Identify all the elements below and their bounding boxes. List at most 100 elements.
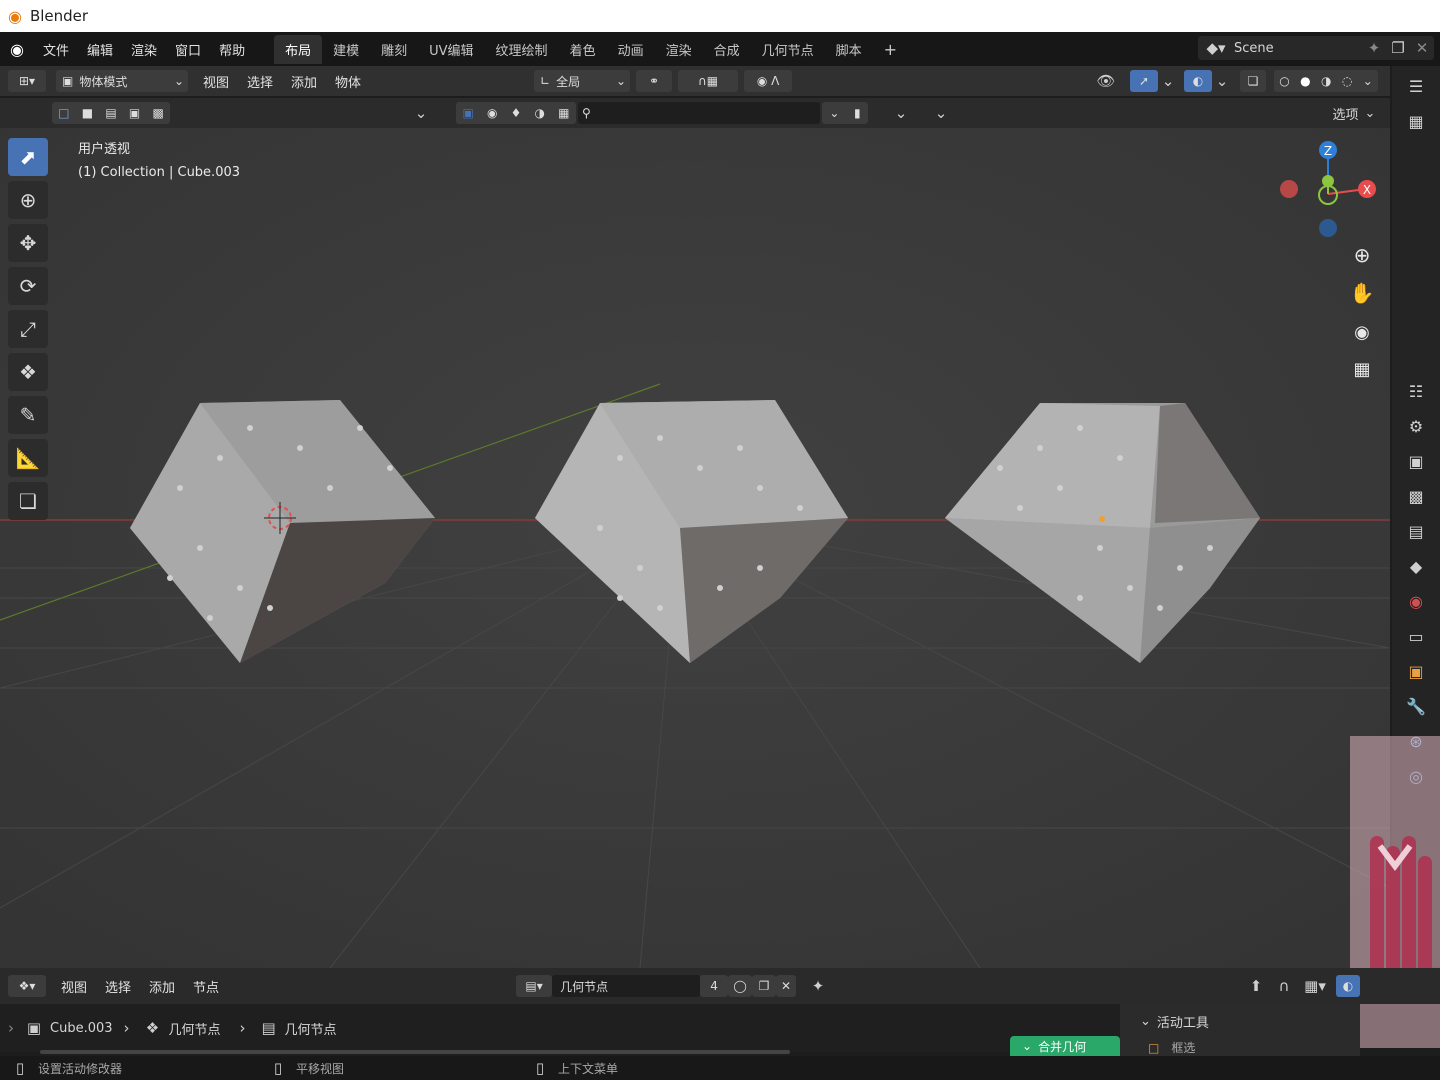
tool-select-box[interactable]: ⬈ bbox=[8, 138, 48, 176]
output-properties-icon[interactable]: ▩ bbox=[1396, 481, 1436, 511]
scene-properties-icon[interactable]: ◆ bbox=[1396, 551, 1436, 581]
menu-window[interactable]: 窗口 bbox=[166, 40, 210, 59]
breadcrumb-modifier[interactable]: 几何节点 bbox=[169, 1019, 221, 1038]
tab-compositing[interactable]: 合成 bbox=[703, 35, 751, 64]
world-filter-icon[interactable]: ◑ bbox=[534, 106, 544, 120]
render-properties-icon[interactable]: ▣ bbox=[1396, 446, 1436, 476]
proportional-edit-button[interactable]: ◉ Λ bbox=[744, 70, 793, 92]
world-properties-icon[interactable]: ◉ bbox=[1396, 586, 1436, 616]
breadcrumb-object[interactable]: Cube.003 bbox=[50, 1021, 113, 1036]
gizmo-neg-z-axis[interactable] bbox=[1319, 219, 1337, 237]
tab-modeling[interactable]: 建模 bbox=[322, 35, 370, 64]
tool-properties-icon[interactable]: ⚙ bbox=[1396, 411, 1436, 441]
light-filter-icon[interactable]: ♦ bbox=[511, 106, 522, 120]
tool-add-cube[interactable]: ❏ bbox=[8, 482, 48, 520]
pan-hand-icon[interactable]: ✋ bbox=[1350, 281, 1375, 305]
node-menu-select[interactable]: 选择 bbox=[96, 977, 140, 996]
menu-view[interactable]: 视图 bbox=[194, 72, 238, 91]
bookmark-group[interactable]: ⌄ ▮ bbox=[822, 102, 868, 124]
select-subtract-icon[interactable]: ▤ bbox=[105, 106, 116, 120]
3d-viewport[interactable] bbox=[0, 128, 1390, 968]
tab-rendering[interactable]: 渲染 bbox=[655, 35, 703, 64]
camera-view-icon[interactable]: ◉ bbox=[1354, 322, 1370, 343]
wireframe-shading-icon[interactable]: ○ bbox=[1279, 74, 1289, 88]
material-filter-icon[interactable]: ◉ bbox=[487, 106, 497, 120]
node-tree-browse-button[interactable]: ▤▾ bbox=[516, 975, 553, 997]
gizmo-dropdown[interactable]: ⌄ bbox=[1158, 72, 1178, 90]
tool-annotate[interactable]: ✎ bbox=[8, 396, 48, 434]
delete-scene-icon[interactable]: ✕ bbox=[1410, 39, 1434, 57]
chevron-down-icon[interactable]: ⌄ bbox=[412, 102, 430, 124]
hdri-filter-icon[interactable]: ▦ bbox=[558, 106, 569, 120]
tab-animation[interactable]: 动画 bbox=[607, 35, 655, 64]
tab-scripting[interactable]: 脚本 bbox=[825, 35, 873, 64]
gizmo-y-positive[interactable] bbox=[1322, 175, 1334, 187]
material-shading-icon[interactable]: ◑ bbox=[1321, 74, 1331, 88]
node-tree-name-field[interactable]: 几何节点 bbox=[552, 975, 701, 997]
options-dropdown[interactable]: 选项 ⌄ bbox=[1326, 102, 1382, 124]
overlay-dropdown[interactable]: ⌄ bbox=[1212, 72, 1232, 90]
modifier-wrench-icon[interactable]: 🔧 bbox=[1396, 691, 1436, 721]
solid-shading-icon[interactable]: ● bbox=[1300, 74, 1310, 88]
properties-editor-icon[interactable]: ☷ bbox=[1396, 376, 1436, 406]
editor-type-button[interactable]: ⊞▾ bbox=[8, 70, 46, 92]
tool-rotate[interactable]: ⟳ bbox=[8, 267, 48, 305]
tab-texture-paint[interactable]: 纹理绘制 bbox=[485, 35, 559, 64]
chevron-down-icon[interactable]: ⌄ bbox=[892, 102, 910, 124]
rendered-shading-icon[interactable]: ◌ bbox=[1342, 74, 1352, 88]
duplicate-icon[interactable]: ❐ bbox=[752, 975, 777, 997]
chevron-down-icon[interactable]: ⌄ bbox=[1363, 74, 1373, 88]
node-snap-icon[interactable]: ∩ bbox=[1270, 977, 1298, 995]
tab-sculpting[interactable]: 雕刻 bbox=[370, 35, 418, 64]
horizontal-scrollbar[interactable] bbox=[40, 1050, 790, 1054]
visibility-dropdown[interactable]: 👁 bbox=[1088, 72, 1124, 90]
menu-help[interactable]: 帮助 bbox=[210, 40, 254, 59]
chevron-down-icon[interactable]: ⌄ bbox=[932, 102, 950, 124]
overlay-toggle[interactable]: ◐ bbox=[1184, 70, 1212, 92]
node-snap-mode-icon[interactable]: ▦▾ bbox=[1298, 977, 1332, 995]
blender-menu-icon[interactable]: ◉ bbox=[0, 40, 34, 59]
parent-node-tree-icon[interactable]: ⬆ bbox=[1242, 977, 1270, 995]
navigation-gizmo[interactable]: Z X ⊕ ✋ ◉ ▦ bbox=[1270, 134, 1390, 384]
tool-scale[interactable]: ⤢ bbox=[8, 310, 48, 348]
tool-transform[interactable]: ❖ bbox=[8, 353, 48, 391]
menu-add[interactable]: 添加 bbox=[282, 72, 326, 91]
fake-user-shield-icon[interactable]: ◯ bbox=[728, 975, 753, 997]
search-input[interactable]: ⚲ bbox=[578, 102, 820, 124]
active-tool-row[interactable]: □ 框选 bbox=[1120, 1031, 1360, 1056]
menu-object[interactable]: 物体 bbox=[326, 72, 370, 91]
outliner-filter-icon[interactable]: ▦ bbox=[1396, 106, 1436, 136]
menu-file[interactable]: 文件 bbox=[34, 40, 78, 59]
add-workspace-button[interactable]: + bbox=[873, 35, 908, 64]
xray-toggle[interactable]: ❏ bbox=[1240, 70, 1266, 92]
node-join-geometry[interactable]: ⌄ 合并几何 bbox=[1010, 1036, 1120, 1056]
select-extend-icon[interactable]: ■ bbox=[82, 106, 93, 120]
object-properties-icon[interactable]: ▣ bbox=[1396, 656, 1436, 686]
tool-measure[interactable]: 📐 bbox=[8, 439, 48, 477]
mode-dropdown[interactable]: ▣ 物体模式 ⌄ bbox=[56, 70, 188, 92]
select-intersect-icon[interactable]: ▩ bbox=[153, 106, 164, 120]
tool-cursor[interactable]: ⊕ bbox=[8, 181, 48, 219]
node-overlay-toggle[interactable]: ◐ bbox=[1336, 975, 1360, 997]
tab-geometry-nodes[interactable]: 几何节点 bbox=[751, 35, 825, 64]
scene-selector[interactable]: ◆▾ Scene ✦ ❐ ✕ bbox=[1198, 36, 1434, 60]
gizmo-neg-x-axis[interactable] bbox=[1280, 180, 1298, 198]
select-new-icon[interactable]: □ bbox=[58, 106, 69, 120]
node-menu-add[interactable]: 添加 bbox=[140, 977, 184, 996]
node-editor-type-button[interactable]: ❖▾ bbox=[8, 975, 46, 997]
collection-properties-icon[interactable]: ▭ bbox=[1396, 621, 1436, 651]
pin-icon[interactable]: ✦ bbox=[802, 977, 834, 995]
pivot-point-button[interactable]: ⚭ bbox=[636, 70, 673, 92]
tab-shading[interactable]: 着色 bbox=[559, 35, 607, 64]
menu-render[interactable]: 渲染 bbox=[122, 40, 166, 59]
menu-edit[interactable]: 编辑 bbox=[78, 40, 122, 59]
breadcrumb-node-group[interactable]: 几何节点 bbox=[285, 1019, 337, 1038]
pin-icon[interactable]: ✦ bbox=[1362, 39, 1386, 57]
active-tool-header[interactable]: ⌄ 活动工具 bbox=[1120, 1004, 1360, 1031]
perspective-grid-icon[interactable]: ▦ bbox=[1353, 359, 1370, 380]
tab-layout[interactable]: 布局 bbox=[274, 34, 323, 64]
zoom-icon[interactable]: ⊕ bbox=[1354, 243, 1371, 267]
outliner-type-icon[interactable]: ☰ bbox=[1396, 71, 1436, 101]
unlink-icon[interactable]: ✕ bbox=[776, 975, 797, 997]
view-layer-icon[interactable]: ▤ bbox=[1396, 516, 1436, 546]
